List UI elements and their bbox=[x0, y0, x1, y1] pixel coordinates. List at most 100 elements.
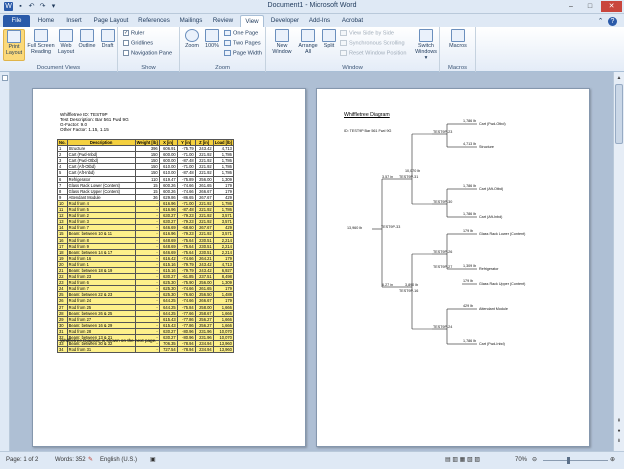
synchronous-scrolling-button[interactable]: Synchronous Scrolling bbox=[340, 40, 405, 47]
page-width-button[interactable]: Page Width bbox=[224, 50, 262, 57]
zoom-slider[interactable] bbox=[543, 460, 608, 461]
scroll-up-icon[interactable]: ▲ bbox=[615, 74, 623, 82]
node-label: TEST9P-16 bbox=[399, 289, 419, 293]
outline-button[interactable]: Outline bbox=[77, 29, 97, 49]
leaf-name-label: Cart (Aft-Inbd) bbox=[479, 215, 503, 219]
help-icon[interactable]: ? bbox=[608, 17, 617, 26]
next-page-icon[interactable]: ⇟ bbox=[615, 437, 623, 445]
node-label: TEST9P-26 bbox=[433, 250, 453, 254]
zoom-in-icon[interactable]: ⊕ bbox=[610, 456, 615, 465]
macros-button[interactable]: Macros bbox=[447, 29, 469, 49]
group-label: Show bbox=[141, 65, 156, 71]
browse-object-icon[interactable]: ● bbox=[615, 427, 623, 435]
title-bar: W ▪ ↶ ↷ ▾ Document1 - Microsoft Word – □… bbox=[0, 0, 624, 14]
arrange-all-icon bbox=[301, 29, 315, 42]
table-cell: 234.94 bbox=[194, 346, 214, 354]
leaf-name-label: Cart (Aft-Otbd) bbox=[479, 187, 504, 191]
tab-acrobat[interactable]: Acrobat bbox=[338, 15, 367, 27]
leaf-load-label: 179 lb bbox=[463, 229, 474, 233]
footnote: Whiffletree Diagram is shown on the next… bbox=[60, 338, 157, 343]
vertical-scrollbar[interactable]: ▲ ⇞ ● ⇟ bbox=[613, 72, 624, 451]
new-window-button[interactable]: New Window bbox=[269, 29, 295, 55]
tab-add-ins[interactable]: Add-Ins bbox=[305, 15, 334, 27]
previous-page-icon[interactable]: ⇞ bbox=[615, 417, 623, 425]
tab-home[interactable]: Home bbox=[34, 15, 58, 27]
diagram-note: ID: TEST9P Bar 561 Fwd 9G bbox=[344, 129, 392, 133]
tab-page-layout[interactable]: Page Layout bbox=[90, 15, 132, 27]
zoom-100-button[interactable]: 100% bbox=[203, 29, 221, 49]
tab-review[interactable]: Review bbox=[209, 15, 237, 27]
leaf-name-label: Cart (Fwd-Inbd) bbox=[479, 342, 505, 346]
maximize-button[interactable]: □ bbox=[581, 1, 599, 12]
ribbon-tabs: File Home Insert Page Layout References … bbox=[0, 14, 624, 27]
weights-table: No. Description Weight [lb] X [in] Y [in] Z [… bbox=[57, 138, 234, 354]
node-label: TEST9P-24 bbox=[433, 325, 453, 329]
zoom-slider-thumb[interactable] bbox=[567, 457, 570, 464]
tab-references[interactable]: References bbox=[135, 15, 173, 27]
web-layout-button[interactable]: Web Layout bbox=[57, 29, 75, 55]
close-button[interactable]: ✕ bbox=[601, 1, 622, 12]
table-row: 34 Rod from 31-727.54 -78.94 234.94 13,960 bbox=[57, 346, 234, 354]
ruler-toggle-icon[interactable] bbox=[2, 75, 8, 81]
zoom-level[interactable]: 70% bbox=[515, 456, 527, 465]
print-layout-button[interactable]: Print Layout bbox=[3, 29, 25, 61]
group-window: New Window Arrange All Split View Side b… bbox=[266, 27, 440, 72]
tab-view[interactable]: View bbox=[240, 15, 264, 27]
two-pages-button[interactable]: Two Pages bbox=[224, 40, 261, 47]
table-cell: 727.54 bbox=[158, 346, 178, 354]
one-page-button[interactable]: One Page bbox=[224, 30, 258, 37]
group-label: Window bbox=[342, 65, 363, 71]
view-buttons[interactable]: ▤ ▥ ▦ ▧ ▨ bbox=[445, 456, 480, 465]
proofing-icon[interactable]: ✎ bbox=[88, 456, 93, 465]
reset-window-position-button[interactable]: Reset Window Position bbox=[340, 50, 407, 57]
draft-icon bbox=[100, 29, 115, 42]
arrange-all-button[interactable]: Arrange All bbox=[297, 29, 319, 55]
full-screen-icon bbox=[34, 29, 48, 42]
tab-insert[interactable]: Insert bbox=[62, 15, 86, 27]
zoom-out-icon[interactable]: ⊖ bbox=[532, 456, 537, 465]
minimize-button[interactable]: – bbox=[562, 1, 580, 12]
view-side-by-side-button[interactable]: View Side by Side bbox=[340, 30, 394, 37]
tab-file[interactable]: File bbox=[3, 15, 30, 27]
checkbox-box bbox=[123, 40, 129, 46]
node-label: TEST9P-30 bbox=[433, 200, 453, 204]
zoom-magnifier-icon bbox=[185, 29, 199, 42]
zoom-100-icon bbox=[205, 29, 219, 42]
leaf-name-label: Glass Rack Lower (Content) bbox=[479, 232, 526, 236]
full-screen-reading-button[interactable]: Full Screen Reading bbox=[27, 29, 55, 55]
print-layout-icon bbox=[7, 30, 21, 43]
tab-mailings[interactable]: Mailings bbox=[176, 15, 206, 27]
navigation-pane-checkbox[interactable]: Navigation Pane bbox=[123, 50, 172, 57]
side-by-side-icon bbox=[340, 30, 347, 36]
split-icon bbox=[322, 29, 336, 42]
scroll-thumb[interactable] bbox=[615, 84, 623, 144]
tab-developer[interactable]: Developer bbox=[268, 15, 302, 27]
ribbon: Print Layout Full Screen Reading Web Lay… bbox=[0, 27, 624, 72]
checkbox-box: ✓ bbox=[123, 30, 129, 36]
two-pages-icon bbox=[224, 40, 231, 46]
window-title: Document1 - Microsoft Word bbox=[267, 2, 357, 9]
table-cell: -78.94 bbox=[176, 346, 196, 354]
leaf-load-label: 429 lb bbox=[463, 304, 474, 308]
group-show: ✓ Ruler Gridlines Navigation Pane Show bbox=[118, 27, 180, 72]
language[interactable]: English (U.S.) bbox=[100, 456, 137, 465]
page-count[interactable]: Page: 1 of 2 bbox=[6, 456, 38, 465]
whiffletree-diagram bbox=[372, 123, 477, 345]
ruler-checkbox[interactable]: ✓ Ruler bbox=[123, 30, 144, 37]
leaf-load-label: 179 lb bbox=[463, 279, 474, 283]
switch-windows-button[interactable]: Switch Windows ▾ bbox=[414, 29, 438, 61]
leaf-name-label: Glass Rack Upper (Content) bbox=[479, 282, 526, 286]
split-button[interactable]: Split bbox=[321, 29, 337, 49]
draft-button[interactable]: Draft bbox=[99, 29, 116, 49]
table-cell: 34 bbox=[57, 346, 68, 354]
page-width-icon bbox=[224, 50, 231, 56]
leaf-load-label: 1,786 lb bbox=[463, 119, 477, 123]
gridlines-checkbox[interactable]: Gridlines bbox=[123, 40, 153, 47]
minimize-ribbon-icon[interactable]: ⌃ bbox=[596, 17, 605, 26]
node-label: TEST9P-27 bbox=[433, 265, 453, 269]
macro-record-icon[interactable]: ▣ bbox=[150, 456, 156, 465]
zoom-button[interactable]: Zoom bbox=[183, 29, 201, 49]
status-bar: Page: 1 of 2 Words: 352 ✎ English (U.S.)… bbox=[0, 451, 624, 469]
word-count[interactable]: Words: 352 bbox=[55, 456, 86, 465]
one-page-icon bbox=[224, 30, 231, 36]
